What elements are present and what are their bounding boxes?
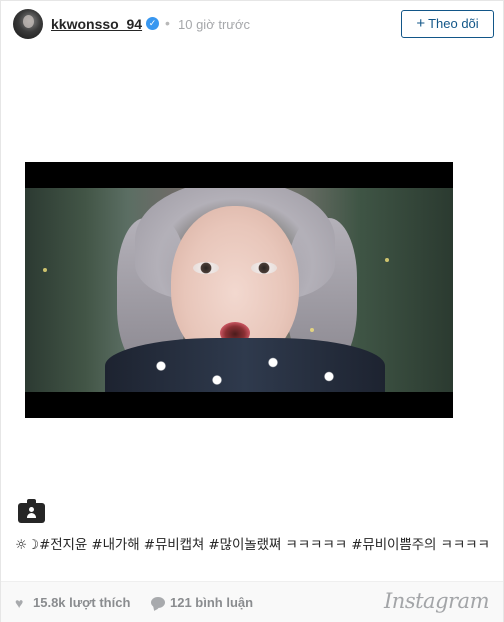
video-still-image (25, 188, 453, 392)
instagram-logo[interactable]: Instagram (384, 589, 489, 613)
instagram-embed-card: kkwonsso_94 ✓ • 10 giờ trước +Theo dõi (0, 0, 504, 622)
comment-bubble-icon (151, 597, 165, 608)
plus-icon: + (416, 15, 426, 32)
follow-label: Theo dõi (428, 16, 479, 31)
comments-count[interactable]: 121 bình luận (151, 595, 253, 611)
media-area[interactable] (1, 47, 503, 531)
username-link[interactable]: kkwonsso_94 (51, 16, 142, 32)
post-header: kkwonsso_94 ✓ • 10 giờ trước + Theo dõi (1, 1, 503, 47)
likes-label: 15.8k lượt thích (33, 595, 131, 610)
user-avatar[interactable] (13, 9, 43, 39)
likes-count[interactable]: ♥ 15.8k lượt thích (15, 595, 130, 611)
post-timestamp[interactable]: 10 giờ trước (178, 17, 250, 32)
verified-badge-icon: ✓ (146, 17, 159, 30)
heart-icon: ♥ (15, 595, 24, 611)
follow-button[interactable]: + Theo dõi (401, 10, 494, 38)
camera-video-icon (18, 499, 45, 523)
comments-label: 121 bình luận (170, 595, 254, 610)
separator-dot: • (165, 15, 170, 31)
post-footer: ♥ 15.8k lượt thích 121 bình luận Instagra… (1, 581, 503, 622)
post-caption: ☼☽#전지윤 #내가해 #뮤비캡쳐 #많이놀랬쪄 ㅋㅋㅋㅋㅋ #뮤비이쁨주의 ㅋ… (15, 537, 490, 553)
video-frame[interactable] (25, 162, 453, 418)
